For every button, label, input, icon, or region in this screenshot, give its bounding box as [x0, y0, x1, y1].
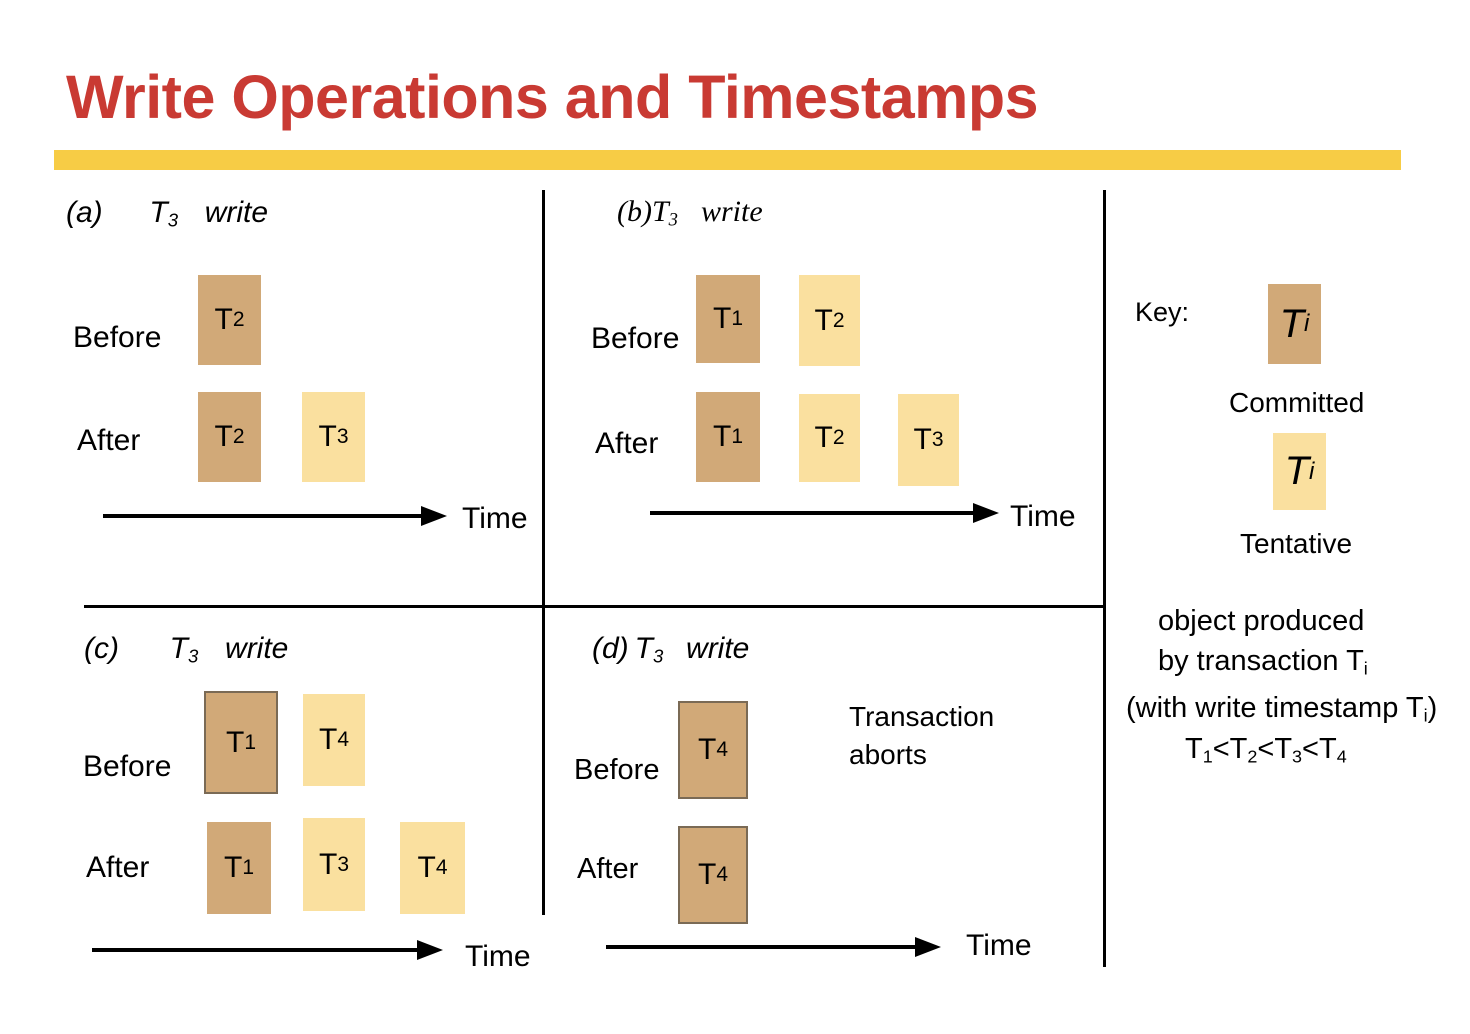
key-tentative-swatch: Ti: [1273, 433, 1326, 510]
panel-b-heading: (b)T3 write: [617, 195, 763, 232]
panel-b-after-t1-committed: T1: [696, 392, 760, 482]
key-timestamp-order: T1<T2<T3<T4: [1185, 733, 1347, 767]
panel-b-tag: (b): [617, 195, 652, 228]
panel-b-after-t2-tentative: T2: [799, 394, 860, 482]
key-tentative-label: Tentative: [1240, 528, 1353, 559]
panel-c-after-label: After: [86, 851, 150, 884]
panel-d-before-label: Before: [574, 754, 660, 786]
panel-b-action: write: [700, 195, 763, 228]
panel-a-action: write: [204, 196, 269, 229]
panel-b-time-label: Time: [1010, 500, 1076, 533]
panel-c-after-t3-tentative: T3: [303, 818, 365, 911]
slide: Write Operations and Timestamps (a) T3 w…: [0, 0, 1470, 1034]
panel-a-tag: (a): [66, 196, 103, 229]
panel-d-time-label: Time: [966, 929, 1032, 962]
slide-title: Write Operations and Timestamps: [66, 63, 1039, 131]
panel-b-txn: T: [651, 195, 669, 228]
panel-d-time-arrow: [606, 937, 941, 957]
panel-c-heading: (c) T3 write: [84, 632, 288, 668]
panel-d-after-label: After: [577, 853, 639, 885]
panel-d-after-t4-committed: T4: [678, 826, 748, 924]
panel-b-after-label: After: [595, 427, 659, 460]
panel-b-txn-sub: 3: [668, 209, 678, 231]
divider-horizontal: [84, 605, 1105, 608]
panel-a-time-label: Time: [462, 502, 528, 535]
panel-b-before-label: Before: [591, 322, 680, 355]
panel-c-after-t4-tentative: T4: [400, 822, 465, 914]
panel-a-txn-sub: 3: [167, 209, 179, 231]
panel-a-before-label: Before: [73, 321, 162, 354]
key-committed-swatch: Ti: [1268, 284, 1321, 364]
panel-d-txn: T: [634, 632, 653, 665]
divider-vertical-right: [1103, 190, 1106, 967]
panel-d-note: Transaction aborts: [849, 698, 994, 774]
key-desc-line3: (with write timestamp Ti): [1126, 692, 1438, 726]
panel-b-time-arrow: [650, 503, 999, 523]
panel-c-time-arrow: [92, 940, 443, 960]
key-committed-label: Committed: [1229, 387, 1365, 418]
panel-b-before-t2-tentative: T2: [799, 275, 860, 366]
key-desc-line1: object produced: [1158, 605, 1365, 637]
panel-d-heading: (d) T3 write: [592, 632, 749, 668]
panel-c-after-t1-committed: T1: [207, 822, 271, 914]
panel-c-time-label: Time: [465, 940, 531, 973]
panel-d-tag: (d): [592, 632, 629, 665]
panel-d-action: write: [686, 632, 750, 665]
panel-a-after-t2-committed: T2: [198, 392, 261, 482]
panel-c-before-label: Before: [83, 750, 172, 783]
panel-c-txn: T: [169, 632, 188, 665]
panel-c-before-t4-tentative: T4: [303, 694, 365, 786]
key-desc-line2: by transaction Ti: [1158, 645, 1368, 679]
key-description: object produced by transaction Ti (with …: [1126, 601, 1466, 736]
title-underline: [54, 150, 1401, 170]
panel-c-txn-sub: 3: [188, 645, 199, 667]
panel-a-before-t2-committed: T2: [198, 275, 261, 365]
panel-d-note-line2: aborts: [849, 739, 927, 770]
panel-d-txn-sub: 3: [653, 645, 664, 667]
panel-b-before-t1-committed: T1: [696, 275, 760, 363]
key-label: Key:: [1135, 297, 1190, 327]
panel-c-action: write: [225, 632, 289, 665]
panel-a-time-arrow: [103, 506, 447, 526]
panel-d-before-t4-committed: T4: [678, 701, 748, 799]
panel-c-tag: (c): [84, 632, 119, 665]
panel-d-note-line1: Transaction: [849, 701, 995, 732]
divider-vertical-center: [542, 190, 545, 915]
panel-b-after-t3-tentative: T3: [898, 394, 959, 486]
panel-c-before-t1-committed: T1: [204, 691, 278, 794]
panel-a-heading: (a) T3 write: [66, 196, 268, 232]
panel-a-after-label: After: [77, 424, 141, 457]
panel-a-after-t3-tentative: T3: [302, 392, 365, 482]
panel-a-txn: T: [149, 196, 168, 229]
